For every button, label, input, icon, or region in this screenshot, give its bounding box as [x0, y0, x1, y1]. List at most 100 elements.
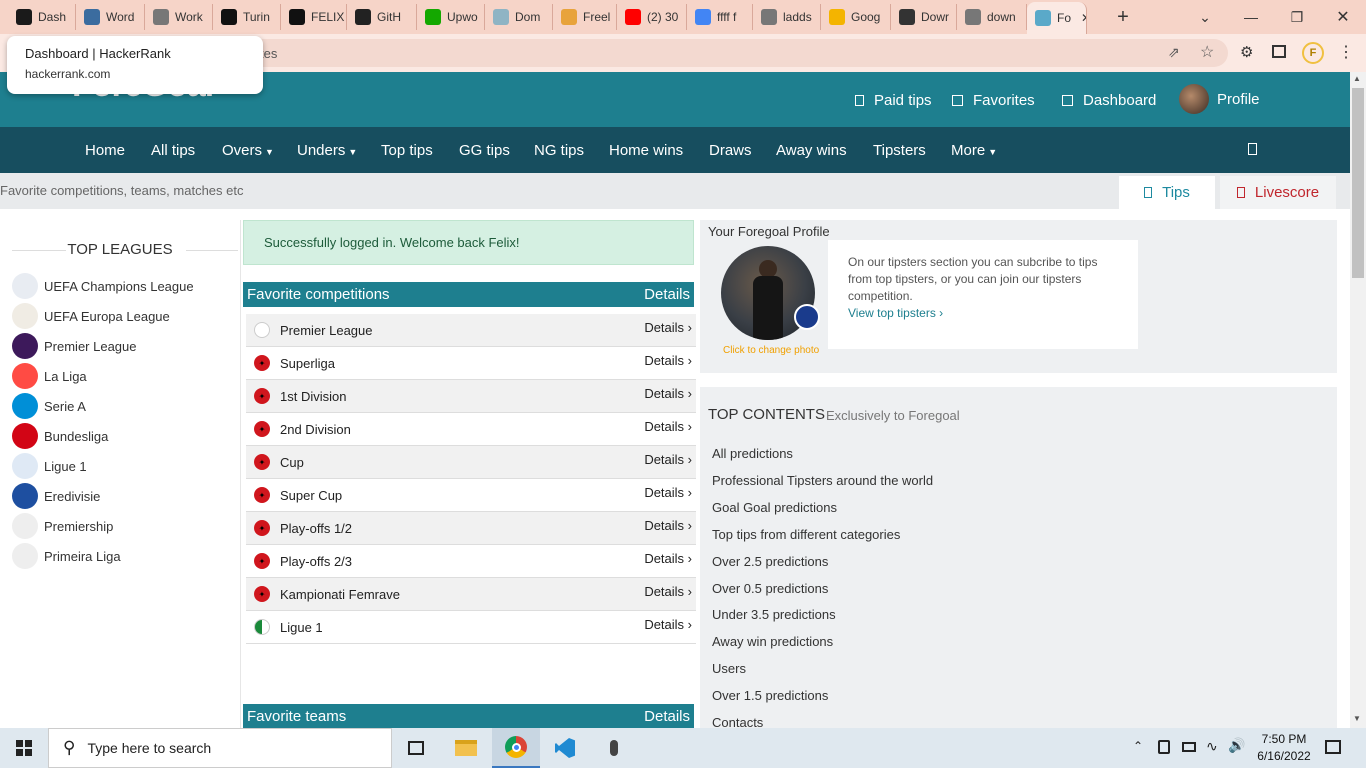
competition-row[interactable]: ✦ 2nd Division Details › [246, 413, 696, 446]
competition-row[interactable]: ✦ Super Cup Details › [246, 479, 696, 512]
top-content-link[interactable]: Top tips from different categories [712, 527, 900, 542]
taskbar-search-box[interactable]: ⚲ Type here to search [48, 728, 392, 768]
browser-tab[interactable]: Upwo [417, 4, 485, 30]
nav-unders[interactable]: Unders ▼ [297, 142, 357, 159]
top-content-link[interactable]: Away win predictions [712, 634, 833, 649]
competition-row[interactable]: ✦ Play-offs 2/3 Details › [246, 545, 696, 578]
nav-all-tips[interactable]: All tips [151, 142, 195, 159]
top-content-link[interactable]: Over 1.5 predictions [712, 688, 828, 703]
top-content-link[interactable]: All predictions [712, 446, 793, 461]
scroll-up-icon[interactable]: ▲ [1353, 74, 1361, 83]
browser-tab[interactable]: ladds [753, 4, 821, 30]
browser-tab[interactable]: down [957, 4, 1027, 30]
browser-tab[interactable]: Dom [485, 4, 553, 30]
menu-icon[interactable]: ⋮ [1338, 42, 1354, 62]
task-view-icon[interactable] [392, 728, 440, 768]
top-content-link[interactable]: Under 3.5 predictions [712, 607, 836, 622]
competition-row[interactable]: Ligue 1 Details › [246, 611, 696, 644]
league-item[interactable]: La Liga [12, 363, 87, 389]
minimize-button[interactable]: — [1228, 0, 1274, 34]
scroll-down-icon[interactable]: ▼ [1353, 714, 1361, 723]
nav-away-wins[interactable]: Away wins [776, 142, 847, 159]
league-item[interactable]: Eredivisie [12, 483, 100, 509]
browser-tab[interactable]: Word [76, 4, 145, 30]
league-item[interactable]: Serie A [12, 393, 86, 419]
nav-home-wins[interactable]: Home wins [609, 142, 683, 159]
meet-now-icon[interactable] [1158, 740, 1170, 754]
top-content-link[interactable]: Goal Goal predictions [712, 500, 837, 515]
extensions-icon[interactable]: ⚙ [1240, 43, 1253, 61]
favorite-teams-details-link[interactable]: Details [644, 708, 690, 725]
start-button[interactable] [0, 728, 48, 768]
league-item[interactable]: Bundesliga [12, 423, 108, 449]
close-window-button[interactable]: ✕ [1320, 0, 1366, 34]
league-item[interactable]: UEFA Champions League [12, 273, 194, 299]
browser-tab[interactable]: GitH [347, 4, 417, 30]
show-hidden-icons-icon[interactable]: ⌃ [1133, 739, 1143, 753]
browser-tab[interactable]: Dowr [891, 4, 957, 30]
league-item[interactable]: UEFA Europa League [12, 303, 170, 329]
competition-details-link[interactable]: Details › [644, 320, 692, 335]
change-photo-link[interactable]: Click to change photo [723, 345, 819, 356]
page-scrollbar[interactable]: ▲ ▼ [1350, 72, 1366, 728]
nav-gg-tips[interactable]: GG tips [459, 142, 510, 159]
competition-details-link[interactable]: Details › [644, 386, 692, 401]
favorites-search-input[interactable]: Favorite competitions, teams, matches et… [0, 183, 243, 198]
favorite-competitions-details-link[interactable]: Details [644, 286, 690, 303]
browser-tab[interactable]: (2) 30 [617, 4, 687, 30]
file-explorer-icon[interactable] [442, 728, 490, 768]
competition-details-link[interactable]: Details › [644, 518, 692, 533]
nav-top-tips[interactable]: Top tips [381, 142, 433, 159]
competition-details-link[interactable]: Details › [644, 452, 692, 467]
browser-tab[interactable]: Fo ✕ [1027, 2, 1087, 34]
nav-more[interactable]: More ▼ [951, 142, 997, 159]
nav-tipsters[interactable]: Tipsters [873, 142, 926, 159]
competition-details-link[interactable]: Details › [644, 353, 692, 368]
restore-button[interactable]: ❐ [1274, 0, 1320, 34]
competition-row[interactable]: ✦ Cup Details › [246, 446, 696, 479]
nav-ng-tips[interactable]: NG tips [534, 142, 584, 159]
competition-row[interactable]: ✦ Kampionati Femrave Details › [246, 578, 696, 611]
competition-details-link[interactable]: Details › [644, 485, 692, 500]
browser-tab[interactable]: Freel [553, 4, 617, 30]
close-tab-icon[interactable]: ✕ [1081, 11, 1086, 25]
competition-details-link[interactable]: Details › [644, 419, 692, 434]
taskbar-clock[interactable]: 7:50 PM 6/16/2022 [1252, 731, 1316, 765]
volume-icon[interactable]: 🔊 [1228, 737, 1245, 754]
side-panel-icon[interactable] [1272, 45, 1286, 58]
scrollbar-thumb[interactable] [1352, 88, 1364, 278]
bookmark-star-icon[interactable]: ☆ [1200, 42, 1214, 62]
league-item[interactable]: Ligue 1 [12, 453, 87, 479]
top-content-link[interactable]: Professional Tipsters around the world [712, 473, 933, 488]
paid-tips-link[interactable]: Paid tips [855, 92, 932, 109]
nav-overs[interactable]: Overs ▼ [222, 142, 274, 159]
nav-home[interactable]: Home [85, 142, 125, 159]
notifications-icon[interactable] [1325, 740, 1341, 754]
league-item[interactable]: Primeira Liga [12, 543, 121, 569]
top-content-link[interactable]: Over 2.5 predictions [712, 554, 828, 569]
voice-recorder-icon[interactable] [590, 728, 638, 768]
dashboard-link[interactable]: Dashboard [1062, 92, 1156, 109]
competition-row[interactable]: ✦ Superliga Details › [246, 347, 696, 380]
browser-tab[interactable]: Work [145, 4, 213, 30]
browser-tab[interactable]: ffff f [687, 4, 753, 30]
profile-avatar-icon[interactable]: F [1302, 42, 1324, 64]
tab-tips[interactable]: Tips [1119, 176, 1215, 209]
browser-tab[interactable]: Goog [821, 4, 891, 30]
wifi-icon[interactable]: ∿ [1206, 738, 1218, 755]
competition-details-link[interactable]: Details › [644, 617, 692, 632]
competition-row[interactable]: Premier League Details › [246, 314, 696, 347]
view-top-tipsters-link[interactable]: View top tipsters › [848, 305, 1118, 322]
tab-livescore[interactable]: Livescore [1220, 176, 1336, 209]
chrome-taskbar-icon[interactable] [492, 728, 540, 768]
competition-details-link[interactable]: Details › [644, 584, 692, 599]
league-item[interactable]: Premier League [12, 333, 137, 359]
tab-search-icon[interactable]: ⌄ [1182, 0, 1228, 34]
favorites-link[interactable]: Favorites [952, 92, 1035, 109]
mobile-menu-icon[interactable] [1248, 143, 1257, 155]
top-content-link[interactable]: Over 0.5 predictions [712, 581, 828, 596]
profile-link[interactable]: Profile [1179, 84, 1260, 114]
vscode-taskbar-icon[interactable] [541, 728, 589, 768]
nav-draws[interactable]: Draws [709, 142, 752, 159]
browser-tab[interactable]: Turin [213, 4, 281, 30]
